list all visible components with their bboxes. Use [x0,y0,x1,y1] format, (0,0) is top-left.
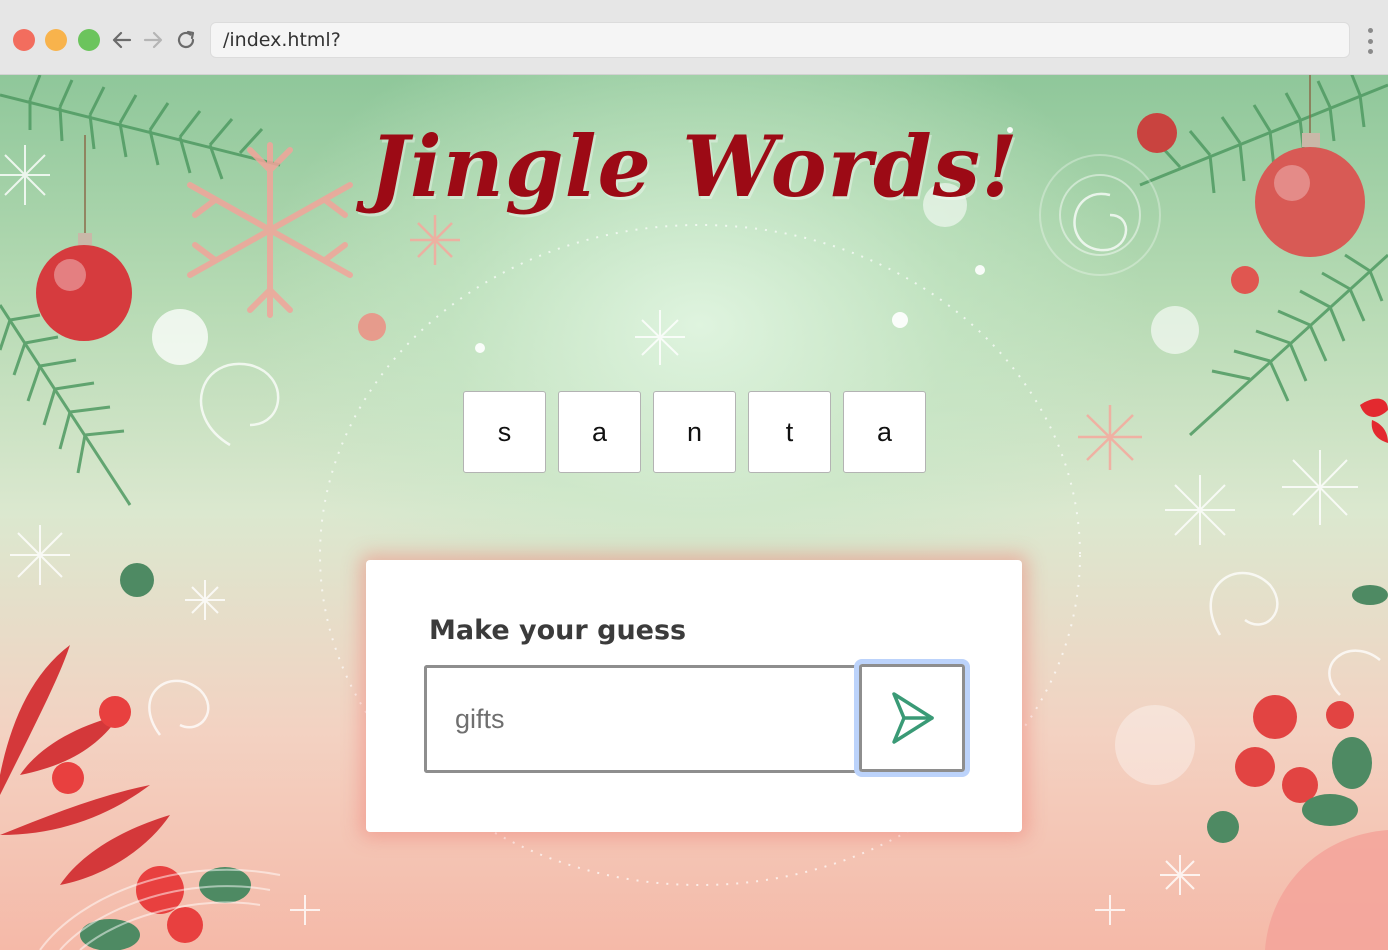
back-button[interactable] [109,27,135,53]
game-title: Jingle Words! [369,117,1019,216]
letter-tile: s [463,391,546,473]
send-icon [892,692,934,744]
letter-tile: t [748,391,831,473]
arrow-left-icon [112,31,132,49]
game-page: Jingle Words! s a n t a Make your guess [0,75,1388,950]
address-bar[interactable]: /index.html? [210,22,1350,58]
forward-button[interactable] [140,27,166,53]
letter-tile: a [558,391,641,473]
guess-label: Make your guess [429,615,687,646]
letter-tile: a [843,391,926,473]
guess-panel: Make your guess [366,560,1022,832]
minimize-window-button[interactable] [45,29,67,51]
letter-tile: n [653,391,736,473]
reload-button[interactable] [173,27,199,53]
letter-tiles: s a n t a [463,391,926,473]
reload-icon [177,30,195,49]
maximize-window-button[interactable] [78,29,100,51]
submit-guess-button[interactable] [854,659,970,777]
browser-menu-button[interactable] [1362,28,1378,54]
vertical-dots-icon [1367,28,1373,33]
arrow-right-icon [143,31,163,49]
close-window-button[interactable] [13,29,35,51]
browser-toolbar: /index.html? [0,0,1388,75]
guess-input[interactable] [424,665,861,773]
